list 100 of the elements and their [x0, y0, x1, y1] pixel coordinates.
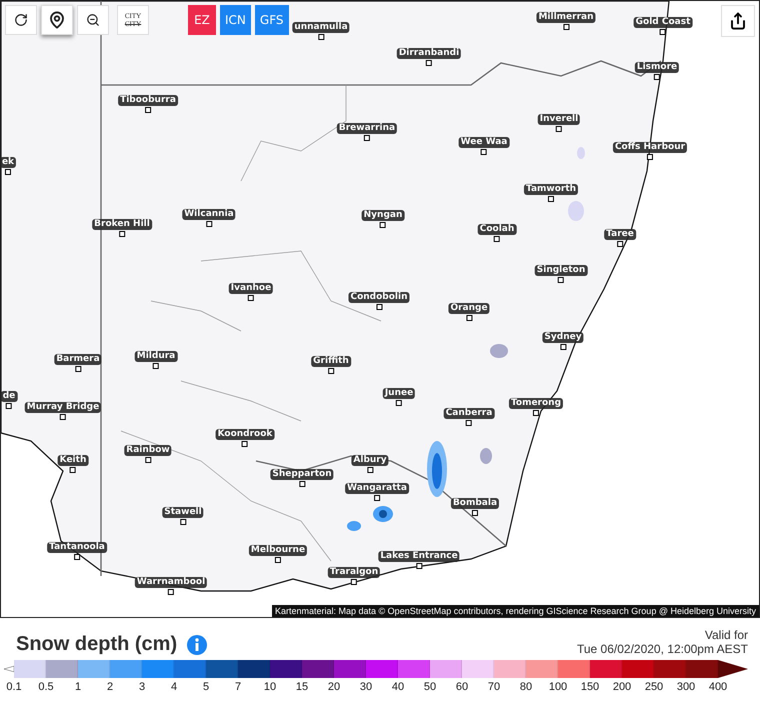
- scale-label: 60: [456, 681, 468, 693]
- city-marker: [472, 510, 478, 516]
- city-marker: [364, 135, 370, 141]
- city-label: Taree: [604, 229, 636, 240]
- model-button[interactable]: GFS: [254, 5, 289, 35]
- city-marker: [533, 410, 539, 416]
- city-marker: [647, 154, 653, 160]
- city-label: Tibooburra: [118, 95, 178, 106]
- city-marker: [351, 579, 357, 585]
- city-marker: [145, 107, 151, 113]
- city-marker: [70, 467, 76, 473]
- map[interactable]: [0, 0, 760, 618]
- city-label: Melbourne: [248, 545, 308, 556]
- scale-label: 1: [74, 681, 82, 693]
- city-label: Albury: [351, 455, 389, 466]
- city-label: Rainbow: [124, 445, 172, 456]
- city-label: Wangaratta: [345, 483, 409, 494]
- city-marker: [466, 420, 472, 426]
- city-label: Traralgon: [328, 567, 380, 578]
- city-label: Inverell: [538, 114, 580, 125]
- city-label: Singleton: [534, 265, 588, 276]
- city-marker: [367, 467, 373, 473]
- city-label: Bombala: [450, 498, 500, 509]
- city-label: Lismore: [634, 62, 680, 73]
- refresh-icon: [14, 13, 28, 27]
- city-label: Stawell: [162, 507, 204, 518]
- city-label: Brewarrina: [336, 123, 398, 134]
- zoom-out-icon: [86, 13, 100, 27]
- city-label: Ivanhoe: [228, 283, 274, 294]
- city-label: Shepparton: [270, 469, 334, 480]
- city-marker: [494, 236, 500, 242]
- scale-label: 80: [520, 681, 532, 693]
- city-marker: [654, 74, 660, 80]
- city-marker: [481, 149, 487, 155]
- city-marker: [5, 169, 11, 175]
- city-label: Dirranbandi: [396, 48, 462, 59]
- valid-time: Tue 06/02/2020, 12:00pm AEST: [576, 642, 748, 656]
- location-pin-button[interactable]: [41, 5, 73, 35]
- city-label: Griffith: [311, 356, 351, 367]
- city-marker: [74, 554, 80, 560]
- scale-label: 50: [424, 681, 436, 693]
- city-marker: [168, 589, 174, 595]
- city-marker: [660, 29, 666, 35]
- scale-label: 70: [488, 681, 500, 693]
- share-button[interactable]: [721, 5, 755, 37]
- scale-label: 200: [612, 681, 632, 693]
- city-label: unnamulla: [292, 22, 350, 33]
- scale-label: 30: [360, 681, 372, 693]
- scale-label: 20: [328, 681, 340, 693]
- scale-label: 40: [392, 681, 404, 693]
- city-marker: [380, 222, 386, 228]
- city-label: Warrnambool: [134, 577, 208, 588]
- city-label: Nyngan: [362, 210, 404, 221]
- model-button[interactable]: EZ: [188, 5, 216, 35]
- map-attribution: Kartenmaterial: Map data © OpenStreetMap contributors, rendering GIScience Research Group @ Heidelberg University: [272, 605, 759, 617]
- city-label: Tamworth: [524, 184, 578, 195]
- scale-label: 10: [264, 681, 276, 693]
- city-marker: [153, 363, 159, 369]
- model-button[interactable]: ICN: [220, 5, 251, 35]
- city-label: Wee Waa: [458, 137, 510, 148]
- city-label: Tomerong: [508, 398, 564, 409]
- city-marker: [548, 196, 554, 202]
- city-marker: [556, 126, 562, 132]
- city-label: Orange: [448, 303, 490, 314]
- city-label: Canberra: [444, 408, 494, 419]
- city-label: Condobolin: [348, 292, 410, 303]
- city-marker: [248, 295, 254, 301]
- city-label: Tantanoola: [47, 542, 107, 553]
- scale-label: 150: [580, 681, 600, 693]
- city-label: Lakes Entrance: [378, 551, 460, 562]
- scale-label: 2: [106, 681, 114, 693]
- city-label: Keith: [58, 455, 88, 466]
- scale-label: 0.1: [6, 681, 22, 693]
- scale-label: 300: [676, 681, 696, 693]
- city-label: Junee: [382, 388, 416, 399]
- scale-label: 0.5: [38, 681, 54, 693]
- city-marker: [242, 441, 248, 447]
- scale-label: 7: [234, 681, 242, 693]
- scale-label: 5: [202, 681, 210, 693]
- legend-title: Snow depth (cm): [16, 633, 178, 656]
- city-label: Broken Hill: [92, 219, 152, 230]
- city-marker: [396, 400, 402, 406]
- city-label: de: [1, 391, 18, 402]
- city-label: Wilcannia: [182, 209, 236, 220]
- city-label: Mildura: [134, 351, 178, 362]
- refresh-button[interactable]: [5, 5, 37, 35]
- location-pin-icon: [48, 11, 66, 29]
- scale-label: 3: [138, 681, 146, 693]
- city-marker: [376, 304, 382, 310]
- city-marker: [416, 563, 422, 569]
- city-label: Gold Coast: [634, 17, 692, 28]
- city-label: Koondrook: [216, 429, 274, 440]
- info-icon[interactable]: [187, 634, 208, 654]
- city-label: ek: [1, 157, 16, 168]
- city-marker: [563, 24, 569, 30]
- zoom-out-button[interactable]: [77, 5, 109, 35]
- city-label: Coolah: [478, 224, 516, 235]
- scale-label: 400: [708, 681, 728, 693]
- city-marker: [75, 366, 81, 372]
- valid-label: Valid for: [704, 628, 748, 642]
